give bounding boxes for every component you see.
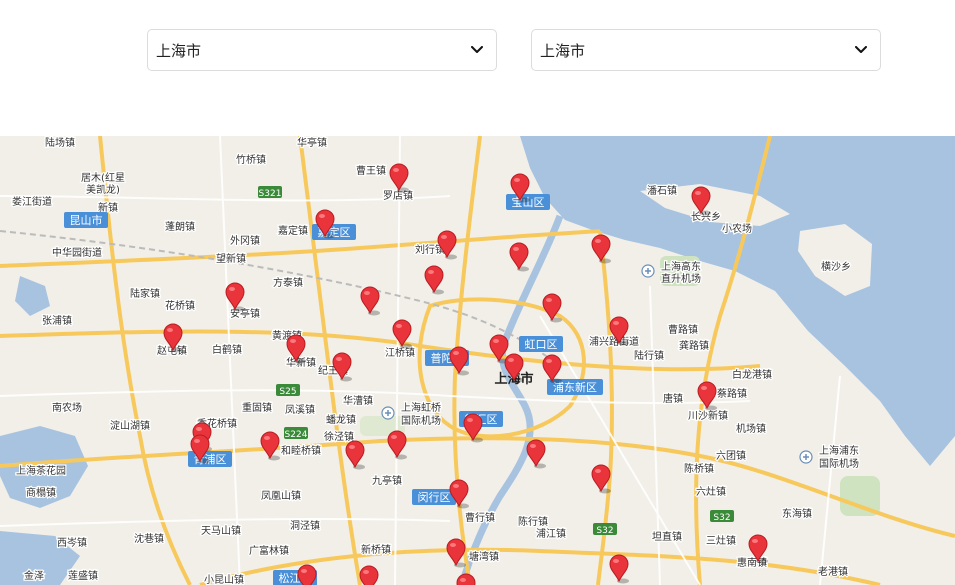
place-label: 直升机场: [661, 272, 701, 285]
place-label: 曹行镇: [465, 511, 495, 524]
place-label: 中华园街道: [52, 246, 102, 259]
place-label: 九亭镇: [372, 474, 402, 487]
road-shield-label: S32: [596, 526, 613, 536]
map-view[interactable]: 陆场镇 华亭镇 竹桥镇 曹王镇 居木(红星 美凯龙) 娄江街道 新镇 罗店镇 潘石镇 长兴乡 小农场蓬…: [0, 136, 955, 585]
place-label: 坦直镇: [652, 530, 682, 543]
place-label: 曹王镇: [356, 164, 386, 177]
place-label: 娄江街道: [12, 195, 52, 208]
place-label: 老港镇: [818, 565, 848, 578]
place-label: 机场镇: [736, 422, 766, 435]
place-label: 金泽: [24, 569, 44, 582]
district-label[interactable]: 闵行区: [412, 489, 456, 505]
place-label: 蔡路镇: [717, 387, 747, 400]
place-label: 华漕镇: [343, 394, 373, 407]
place-label: 上海浦东: [819, 444, 859, 457]
chevron-down-icon: [470, 43, 484, 57]
place-label: 潘石镇: [647, 184, 677, 197]
place-label: 三灶镇: [706, 534, 736, 547]
road-shield: S321: [258, 186, 282, 199]
map-canvas[interactable]: 陆场镇 华亭镇竹桥镇曹王镇居木(红星美凯龙)娄江街道新镇罗店镇 潘石镇长兴乡小农场蓬…: [0, 136, 955, 585]
place-label: 南农场: [52, 401, 82, 414]
place-label: 江桥镇: [385, 346, 415, 359]
place-label: 外冈镇: [230, 234, 260, 247]
place-label: 六团镇: [716, 449, 746, 462]
place-label: 凤溪镇: [285, 403, 315, 416]
place-label: 陈行镇: [518, 515, 548, 528]
road-shield-label: S321: [259, 189, 282, 199]
place-label: 上海虹桥: [401, 401, 441, 414]
place-label: 白鹤镇: [212, 343, 242, 356]
place-label: 居木(红星: [81, 171, 125, 184]
place-label: 浦兴路街道: [589, 335, 639, 348]
chevron-down-icon: [854, 43, 868, 57]
place-label: 陆场镇: [45, 136, 75, 149]
district-label[interactable]: 虹口区: [519, 336, 563, 352]
place-label: 塘湾镇: [469, 550, 499, 563]
place-label: 莲盛镇: [68, 569, 98, 582]
place-label: 洞泾镇: [290, 519, 320, 532]
place-label: 和睦桥镇: [281, 444, 321, 457]
place-label: 唐镇: [663, 392, 683, 405]
province-select[interactable]: 上海市: [147, 29, 497, 71]
place-label: 淀山湖镇: [110, 419, 150, 432]
place-label: 白龙港镇: [732, 368, 772, 381]
airport-icon: [381, 406, 395, 420]
province-select-value: 上海市: [156, 41, 202, 60]
place-label: 蟠龙镇: [326, 413, 356, 426]
place-label: 花桥镇: [165, 299, 195, 312]
place-label: 上海高东: [661, 260, 701, 273]
district-name: 昆山市: [70, 213, 103, 227]
road-shield: S32: [710, 510, 734, 523]
place-label: 上海茶花园: [16, 464, 66, 477]
place-label: 川沙新镇: [688, 409, 728, 422]
place-label: 蓬朗镇: [165, 220, 195, 233]
airport-icon: [799, 450, 813, 464]
place-label: 曹路镇: [668, 323, 698, 336]
place-label: 张浦镇: [42, 314, 72, 327]
place-label: 陈桥镇: [684, 462, 714, 475]
place-label: 陆行镇: [634, 349, 664, 362]
place-label: 国际机场: [401, 414, 441, 427]
airport-icon: [641, 264, 655, 278]
place-label: 嘉定镇: [278, 224, 308, 237]
road-shield: S32: [593, 523, 617, 536]
place-label: 美凯龙): [86, 183, 120, 196]
place-label: 商榻镇: [26, 486, 56, 499]
place-label: 西岑镇: [57, 536, 87, 549]
road-shield: S224: [284, 427, 308, 440]
place-label: 龚路镇: [679, 339, 709, 352]
place-label: 方泰镇: [273, 276, 303, 289]
place-label: 横沙乡: [821, 260, 851, 273]
district-label[interactable]: 昆山市: [64, 212, 108, 228]
road-shield: S25: [276, 384, 300, 397]
place-label: 新桥镇: [361, 543, 391, 556]
road-shield-label: S25: [279, 387, 296, 397]
place-label: 浦江镇: [536, 527, 566, 540]
district-name: 闵行区: [418, 490, 451, 504]
road-shield-label: S32: [713, 513, 730, 523]
place-label: 小昆山镇: [204, 573, 244, 585]
place-label: 小农场: [722, 222, 752, 235]
place-label: 陆家镇: [130, 287, 160, 300]
road-shield-label: S224: [285, 430, 308, 440]
place-label: 广富林镇: [249, 544, 289, 557]
place-label: 望新镇: [216, 252, 246, 265]
district-name: 虹口区: [525, 338, 558, 351]
place-label: 凤凰山镇: [261, 489, 301, 502]
city-select-value: 上海市: [540, 41, 586, 60]
place-label: 东海镇: [782, 507, 812, 520]
place-label: 国际机场: [819, 457, 859, 470]
district-label[interactable]: 宝山区: [506, 194, 550, 210]
place-label: 竹桥镇: [236, 153, 266, 166]
place-label: 重固镇: [242, 401, 272, 414]
city-select[interactable]: 上海市: [531, 29, 881, 71]
place-label: 华亭镇: [297, 136, 327, 149]
place-label: 沈巷镇: [134, 532, 164, 545]
district-name: 宝山区: [512, 195, 545, 209]
place-label: 徐泾镇: [324, 430, 354, 443]
place-label: 天马山镇: [201, 524, 241, 537]
place-label: 六灶镇: [696, 485, 726, 498]
